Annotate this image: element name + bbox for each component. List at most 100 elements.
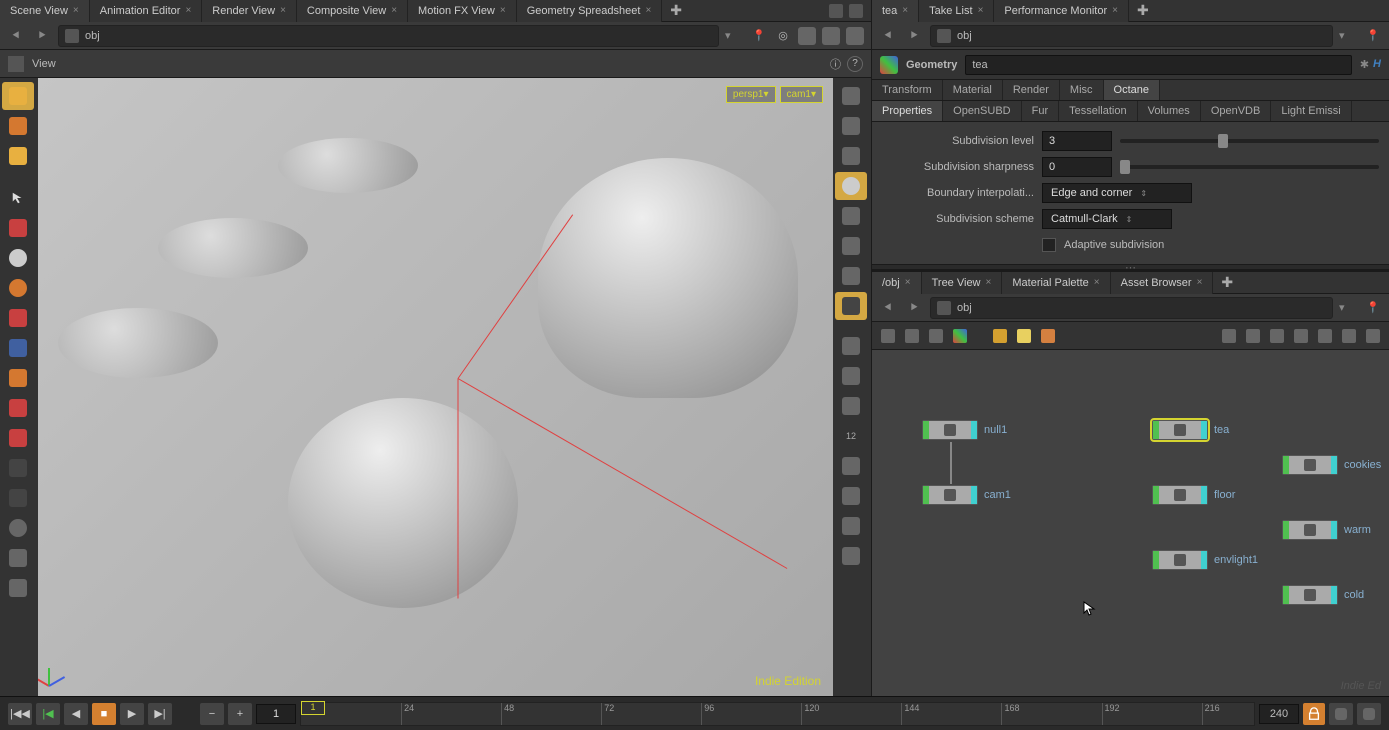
render-tool[interactable]	[2, 514, 34, 542]
align1-icon[interactable]	[1267, 326, 1287, 346]
material-tool[interactable]	[2, 544, 34, 572]
align2-icon[interactable]	[1291, 326, 1311, 346]
audio-tool[interactable]	[2, 454, 34, 482]
light-tool[interactable]	[2, 244, 34, 272]
adaptive-checkbox[interactable]	[1042, 238, 1056, 252]
layers-icon[interactable]	[845, 26, 865, 46]
close-icon[interactable]: ×	[978, 5, 984, 16]
key-icon[interactable]	[1329, 703, 1353, 725]
brush-tool[interactable]	[2, 574, 34, 602]
tab-material-palette[interactable]: Material Palette×	[1002, 272, 1110, 294]
timeline-ruler[interactable]: 1 24487296120144168192216	[300, 702, 1255, 726]
grid-icon[interactable]	[835, 512, 867, 540]
tab-obj[interactable]: /obj×	[872, 272, 922, 294]
node-tea[interactable]: tea	[1152, 420, 1229, 440]
snap2-icon[interactable]	[1243, 326, 1263, 346]
back-button[interactable]: ⯇	[878, 27, 898, 45]
move-tool[interactable]	[2, 214, 34, 242]
snap-tool[interactable]	[2, 364, 34, 392]
node-cam1[interactable]: cam1	[922, 485, 1011, 505]
scale-tool[interactable]	[2, 304, 34, 332]
scheme-select[interactable]: Catmull-Clark⇕	[1042, 209, 1172, 229]
lighting-icon[interactable]	[835, 232, 867, 260]
tab-tea[interactable]: tea×	[872, 0, 919, 22]
close-icon[interactable]: ×	[1094, 277, 1100, 288]
cube-icon[interactable]	[797, 26, 817, 46]
transform-tool[interactable]	[2, 334, 34, 362]
flag-icon[interactable]	[835, 452, 867, 480]
tab-asset-browser[interactable]: Asset Browser×	[1111, 272, 1214, 294]
tab-take-list[interactable]: Take List×	[919, 0, 994, 22]
add-tab-button[interactable]: ✚	[1129, 0, 1157, 21]
node-cookies[interactable]: cookies	[1282, 455, 1381, 475]
cube2-icon[interactable]	[821, 26, 841, 46]
boundary-select[interactable]: Edge and corner⇕	[1042, 183, 1192, 203]
ghost-icon[interactable]	[835, 142, 867, 170]
playhead[interactable]: 1	[301, 701, 325, 715]
point-icon[interactable]	[835, 392, 867, 420]
subtab-tessellation[interactable]: Tessellation	[1059, 101, 1137, 121]
grid3-icon[interactable]	[1339, 326, 1359, 346]
subtab-volumes[interactable]: Volumes	[1138, 101, 1201, 121]
tab-tree-view[interactable]: Tree View×	[922, 272, 1003, 294]
plus-button[interactable]: +	[228, 703, 252, 725]
home-icon[interactable]	[835, 82, 867, 110]
end-frame-input[interactable]: 240	[1259, 704, 1299, 724]
subtab-opensubd[interactable]: OpenSUBD	[943, 101, 1021, 121]
target-icon[interactable]: ◎	[773, 26, 793, 46]
path-input[interactable]: obj	[58, 25, 719, 47]
gear-icon[interactable]: ✱	[1360, 58, 1369, 71]
list-icon[interactable]	[878, 326, 898, 346]
forward-button[interactable]: ⯈	[32, 27, 52, 45]
shading-icon[interactable]	[835, 202, 867, 230]
tab-render-view[interactable]: Render View×	[202, 0, 297, 22]
layout-icon[interactable]	[849, 4, 863, 18]
subd-level-slider[interactable]	[1120, 139, 1379, 143]
start-frame-input[interactable]: 1	[256, 704, 296, 724]
subd-sharp-input[interactable]: 0	[1042, 157, 1112, 177]
camera-tool[interactable]	[2, 484, 34, 512]
forward-button[interactable]: ⯈	[904, 27, 924, 45]
twelve-icon[interactable]: 12	[835, 422, 867, 450]
misc-icon[interactable]	[835, 542, 867, 570]
tab-misc[interactable]: Misc	[1060, 80, 1104, 100]
path-input[interactable]: obj	[930, 25, 1333, 47]
pin-icon[interactable]: 📍	[1363, 298, 1383, 318]
list2-icon[interactable]	[902, 326, 922, 346]
tab-octane[interactable]: Octane	[1104, 80, 1160, 100]
tab-geometry-spreadsheet[interactable]: Geometry Spreadsheet×	[517, 0, 663, 22]
note-icon[interactable]	[1014, 326, 1034, 346]
node-cold[interactable]: cold	[1282, 585, 1364, 605]
forward-button[interactable]: ⯈	[904, 299, 924, 317]
magnet-tool[interactable]	[2, 394, 34, 422]
axis-gizmo[interactable]	[48, 656, 78, 686]
prev-frame-button[interactable]: ◀	[64, 703, 88, 725]
subtab-properties[interactable]: Properties	[872, 101, 943, 121]
snap1-icon[interactable]	[1219, 326, 1239, 346]
close-icon[interactable]: ×	[280, 5, 286, 16]
node-null1[interactable]: null1	[922, 420, 1007, 440]
tab-motion-fx[interactable]: Motion FX View×	[408, 0, 517, 22]
subd-level-input[interactable]: 3	[1042, 131, 1112, 151]
tab-scene-view[interactable]: Scene View×	[0, 0, 90, 22]
more-icon[interactable]	[1363, 326, 1383, 346]
grid-icon[interactable]	[926, 326, 946, 346]
edit-icon[interactable]	[835, 332, 867, 360]
subd-sharp-slider[interactable]	[1120, 165, 1379, 169]
pin-icon[interactable]: 📍	[749, 26, 769, 46]
palette-icon[interactable]	[950, 326, 970, 346]
path-dropdown[interactable]: ▾	[1339, 29, 1357, 42]
close-icon[interactable]: ×	[185, 5, 191, 16]
node-floor[interactable]: floor	[1152, 485, 1235, 505]
wire-icon[interactable]	[835, 262, 867, 290]
prev-key-button[interactable]: |◀	[36, 703, 60, 725]
lock-range-icon[interactable]	[1303, 703, 1325, 725]
close-icon[interactable]: ×	[905, 277, 911, 288]
camera-cam1-pill[interactable]: cam1▾	[780, 86, 823, 103]
close-icon[interactable]: ×	[500, 5, 506, 16]
tab-render[interactable]: Render	[1003, 80, 1060, 100]
tab-transform[interactable]: Transform	[872, 80, 943, 100]
close-icon[interactable]: ×	[902, 5, 908, 16]
node-envlight1[interactable]: envlight1	[1152, 550, 1258, 570]
tab-perf-monitor[interactable]: Performance Monitor×	[994, 0, 1129, 22]
